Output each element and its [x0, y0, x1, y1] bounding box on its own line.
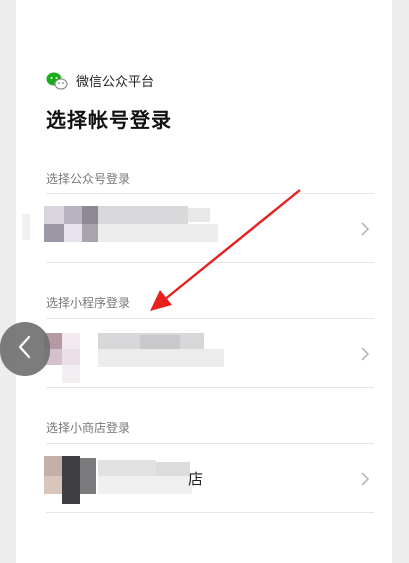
brand-name: 微信公众平台 — [76, 74, 155, 90]
back-button[interactable] — [0, 322, 50, 376]
account-row-mini-program[interactable] — [44, 321, 374, 387]
account-row-mini-store[interactable]: 店 — [44, 446, 374, 512]
page-title: 选择帐号登录 — [46, 108, 172, 132]
divider — [46, 387, 374, 388]
wechat-logo-icon — [46, 72, 68, 90]
divider — [46, 318, 374, 319]
chevron-right-icon — [358, 343, 372, 365]
divider — [46, 193, 374, 194]
brand-header: 微信公众平台 — [46, 70, 154, 90]
account-name-suffix: 店 — [188, 470, 204, 488]
divider — [46, 443, 374, 444]
section-label-official-account: 选择公众号登录 — [46, 172, 131, 186]
section-label-mini-program: 选择小程序登录 — [46, 296, 131, 310]
close-icon[interactable] — [36, 0, 52, 4]
chevron-right-icon — [358, 218, 372, 240]
chevron-right-icon — [358, 468, 372, 490]
account-row-official-account[interactable] — [22, 196, 374, 262]
back-arrow-icon — [16, 334, 34, 364]
divider — [46, 262, 374, 263]
divider — [46, 512, 374, 513]
section-label-mini-store: 选择小商店登录 — [46, 421, 131, 435]
